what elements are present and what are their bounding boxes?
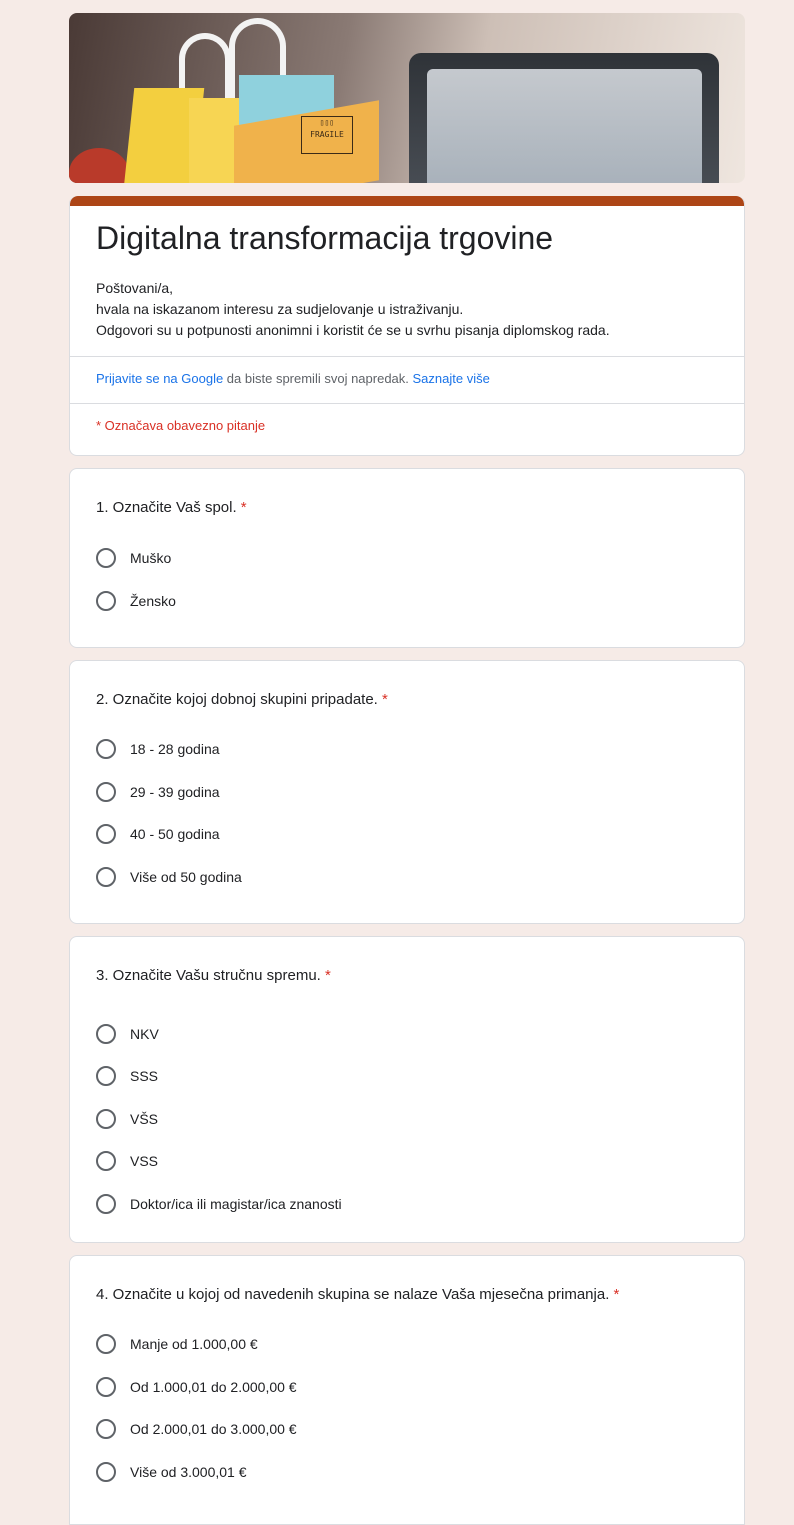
option-label: SSS <box>130 1068 159 1084</box>
radio-button[interactable] <box>96 1377 116 1397</box>
radio-button[interactable] <box>96 1194 116 1214</box>
fragile-label: ▯▯▯ FRAGILE <box>301 116 353 154</box>
divider <box>70 356 744 357</box>
option-label: NKV <box>130 1026 159 1042</box>
shopping-cart-graphic <box>69 148 129 183</box>
question-card-gender: 1. Označite Vaš spol. * Muško Žensko <box>69 468 745 648</box>
radio-button[interactable] <box>96 824 116 844</box>
radio-option[interactable]: 40 - 50 godina <box>96 823 220 845</box>
radio-button[interactable] <box>96 1109 116 1129</box>
radio-button[interactable] <box>96 1419 116 1439</box>
header-accent-bar <box>70 196 744 206</box>
required-asterisk: * <box>240 499 247 516</box>
radio-button[interactable] <box>96 1334 116 1354</box>
radio-option[interactable]: Žensko <box>96 590 176 612</box>
option-label: Od 1.000,01 do 2.000,00 € <box>130 1379 297 1395</box>
radio-option[interactable]: 29 - 39 godina <box>96 781 220 803</box>
required-asterisk: * <box>382 691 388 708</box>
option-label: Žensko <box>130 593 176 609</box>
option-label: 29 - 39 godina <box>130 784 220 800</box>
learn-more-link[interactable]: Saznajte više <box>413 371 490 386</box>
radio-button[interactable] <box>96 1024 116 1044</box>
form-title: Digitalna transformacija trgovine <box>96 220 554 256</box>
signin-notice: Prijavite se na Google da biste spremili… <box>96 371 490 386</box>
option-label: VSS <box>130 1153 159 1169</box>
question-card-age-group: 2. Označite kojoj dobnoj skupini pripada… <box>69 660 745 924</box>
radio-option[interactable]: Manje od 1.000,00 € <box>96 1333 258 1355</box>
radio-option[interactable]: 18 - 28 godina <box>96 738 220 760</box>
radio-button[interactable] <box>96 1462 116 1482</box>
description-line: Poštovani/a, <box>96 280 174 296</box>
radio-button[interactable] <box>96 1066 116 1086</box>
option-label: Više od 50 godina <box>130 869 242 885</box>
radio-option[interactable]: Više od 3.000,01 € <box>96 1461 247 1483</box>
header-banner-image: ▯▯▯ FRAGILE <box>69 13 745 183</box>
radio-button[interactable] <box>96 782 116 802</box>
radio-button[interactable] <box>96 867 116 887</box>
form-description: Poštovani/a, hvala na iskazanom interesu… <box>96 278 610 341</box>
option-label: VŠS <box>130 1111 159 1127</box>
radio-button[interactable] <box>96 739 116 759</box>
question-card-education: 3. Označite Vašu stručnu spremu. * NKV S… <box>69 936 745 1243</box>
radio-option[interactable]: Od 2.000,01 do 3.000,00 € <box>96 1418 297 1440</box>
option-label: Više od 3.000,01 € <box>130 1464 247 1480</box>
option-label: Doktor/ica ili magistar/ica znanosti <box>130 1196 342 1212</box>
signin-text: da biste spremili svoj napredak. <box>223 371 413 386</box>
required-asterisk: * <box>325 967 331 984</box>
required-asterisk: * <box>613 1286 620 1303</box>
radio-button[interactable] <box>96 548 116 568</box>
radio-option[interactable]: VSS <box>96 1150 158 1172</box>
radio-button[interactable] <box>96 1151 116 1171</box>
form-header-card: Digitalna transformacija trgovine Poštov… <box>69 196 745 456</box>
option-label: 18 - 28 godina <box>130 741 220 757</box>
radio-option[interactable]: Doktor/ica ili magistar/ica znanosti <box>96 1193 342 1215</box>
radio-option[interactable]: VŠS <box>96 1108 158 1130</box>
description-line: hvala na iskazanom interesu za sudjelova… <box>96 301 464 317</box>
form-page: ▯▯▯ FRAGILE Digitalna transformacija trgo… <box>0 0 794 1525</box>
radio-option[interactable]: Muško <box>96 547 171 569</box>
radio-option[interactable]: NKV <box>96 1023 159 1045</box>
radio-option[interactable]: SSS <box>96 1065 158 1087</box>
laptop-screen-graphic <box>427 69 702 183</box>
question-card-income: 4. Označite u kojoj od navedenih skupina… <box>69 1255 745 1525</box>
google-signin-link[interactable]: Prijavite se na Google <box>96 371 223 386</box>
option-label: Od 2.000,01 do 3.000,00 € <box>130 1421 297 1437</box>
divider <box>70 403 744 404</box>
radio-button[interactable] <box>96 591 116 611</box>
description-line: Odgovori su u potpunosti anonimni i kori… <box>96 322 610 338</box>
radio-option[interactable]: Od 1.000,01 do 2.000,00 € <box>96 1376 297 1398</box>
option-label: Manje od 1.000,00 € <box>130 1336 258 1352</box>
question-title: 1. Označite Vaš spol. * <box>96 499 247 516</box>
radio-option[interactable]: Više od 50 godina <box>96 866 242 888</box>
option-label: Muško <box>130 550 172 566</box>
question-title: 3. Označite Vašu stručnu spremu. * <box>96 967 331 984</box>
option-label: 40 - 50 godina <box>130 826 220 842</box>
question-title: 2. Označite kojoj dobnoj skupini pripada… <box>96 691 388 708</box>
question-title: 4. Označite u kojoj od navedenih skupina… <box>96 1286 620 1303</box>
required-note: * Označava obavezno pitanje <box>96 418 266 433</box>
